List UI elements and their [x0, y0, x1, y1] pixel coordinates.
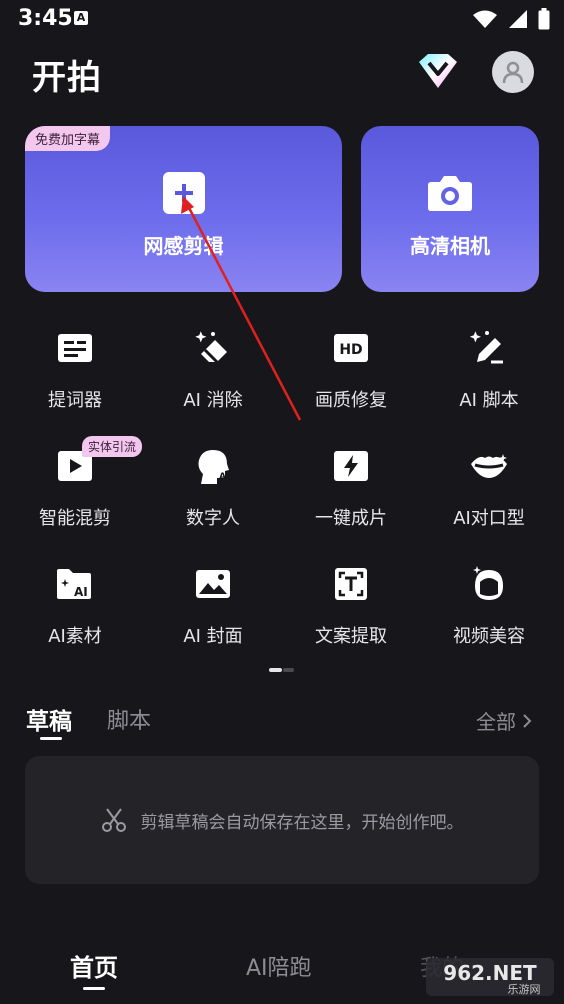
annotation-arrow — [181, 196, 302, 421]
